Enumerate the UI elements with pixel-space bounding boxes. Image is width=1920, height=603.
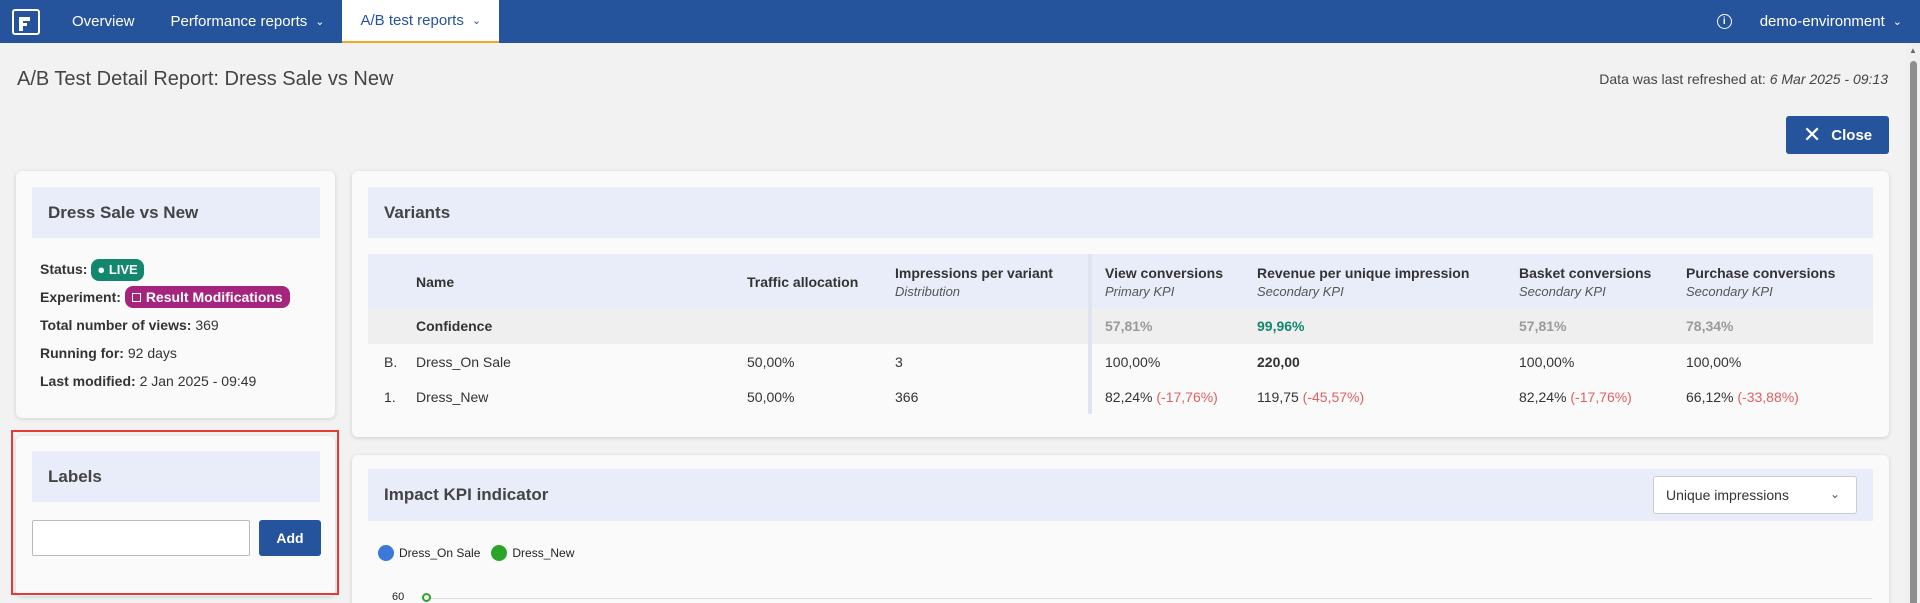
page-title: A/B Test Detail Report: Dress Sale vs Ne… xyxy=(17,68,394,90)
chevron-down-icon: ⌄ xyxy=(315,16,325,28)
col-basket-sub: Secondary KPI xyxy=(1519,284,1606,299)
confidence-view: 57,81% xyxy=(1105,318,1153,334)
test-info-card: Dress Sale vs New Status: ● LIVE Experim… xyxy=(16,171,335,418)
status-badge: ● LIVE xyxy=(91,259,144,281)
scroll-up-icon[interactable]: ▲ xyxy=(1909,46,1917,55)
col-purchase: Purchase conversions xyxy=(1686,265,1836,281)
variants-card: Variants Name Traffic allocation Impress… xyxy=(352,171,1889,437)
confidence-basket: 57,81% xyxy=(1519,318,1567,334)
col-revenue: Revenue per unique impression xyxy=(1257,265,1470,281)
row-name: Dress_On Sale xyxy=(416,354,511,370)
highlight-box xyxy=(11,430,339,595)
row-view: 100,00% xyxy=(1105,354,1161,370)
row-rank: 1. xyxy=(384,389,396,405)
legend-dot-icon xyxy=(378,545,394,561)
col-basket: Basket conversions xyxy=(1519,265,1652,281)
row-view: 82,24% (-17,76%) xyxy=(1105,389,1218,405)
scrollbar[interactable]: ▲ xyxy=(1906,43,1920,603)
col-view-sub: Primary KPI xyxy=(1105,284,1175,299)
experiment-row: Experiment: Result Modifications xyxy=(40,283,290,311)
close-button[interactable]: ✕ Close xyxy=(1786,116,1889,154)
variants-title: Variants xyxy=(368,187,1873,238)
y-tick: 60 xyxy=(392,591,405,603)
refresh-info: Data was last refreshed at: 6 Mar 2025 -… xyxy=(1599,71,1888,87)
close-icon: ✕ xyxy=(1802,122,1822,147)
top-nav: Overview Performance reports ⌄ A/B test r… xyxy=(0,0,1920,43)
chevron-down-icon: ⌄ xyxy=(1829,487,1840,501)
row-purchase: 66,12% (-33,88%) xyxy=(1686,389,1799,405)
column-divider xyxy=(1088,254,1092,414)
impact-title: Impact KPI indicator Unique impressions ⌄ xyxy=(368,469,1873,521)
chart-legend: Dress_On Sale Dress_New xyxy=(378,545,585,561)
legend-dot-icon xyxy=(491,545,508,561)
table-header xyxy=(368,254,1873,308)
row-basket: 100,00% xyxy=(1519,354,1575,370)
confidence-purchase: 78,34% xyxy=(1686,318,1734,334)
row-purchase: 100,00% xyxy=(1686,354,1742,370)
col-purchase-sub: Secondary KPI xyxy=(1686,284,1773,299)
col-name: Name xyxy=(416,274,455,290)
chevron-down-icon: ⌄ xyxy=(1892,16,1902,28)
row-revenue: 220,00 xyxy=(1257,354,1300,370)
confidence-label: Confidence xyxy=(416,318,493,334)
running-row: Running for: 92 days xyxy=(40,345,177,361)
row-traffic: 50,00% xyxy=(747,389,795,405)
col-impressions-sub: Distribution xyxy=(895,284,961,299)
row-impressions: 366 xyxy=(895,389,919,405)
test-info-title: Dress Sale vs New xyxy=(32,187,320,238)
col-traffic: Traffic allocation xyxy=(747,274,859,290)
col-view: View conversions xyxy=(1105,265,1224,281)
col-impressions: Impressions per variant xyxy=(895,265,1053,281)
gridline xyxy=(422,598,1872,599)
row-rank: B. xyxy=(384,354,398,370)
nav-overview[interactable]: Overview xyxy=(54,0,153,43)
legend-item[interactable]: Dress_On Sale xyxy=(378,545,480,561)
legend-item[interactable]: Dress_New xyxy=(491,545,574,561)
confidence-revenue: 99,96% xyxy=(1257,318,1305,334)
scrollbar-thumb[interactable] xyxy=(1910,61,1917,603)
views-row: Total number of views: 369 xyxy=(40,317,219,333)
row-impressions: 3 xyxy=(895,354,903,370)
row-revenue: 119,75 (-45,57%) xyxy=(1257,389,1365,405)
status-row: Status: ● LIVE xyxy=(40,255,290,283)
col-revenue-sub: Secondary KPI xyxy=(1257,284,1344,299)
impact-card: Impact KPI indicator Unique impressions ⌄… xyxy=(352,455,1889,603)
data-point[interactable] xyxy=(422,593,431,602)
app-logo-icon[interactable] xyxy=(12,8,40,35)
chevron-down-icon: ⌄ xyxy=(471,15,482,27)
experiment-badge[interactable]: Result Modifications xyxy=(124,286,290,308)
experiment-icon xyxy=(131,293,141,302)
info-icon[interactable]: i xyxy=(1716,14,1732,29)
row-traffic: 50,00% xyxy=(747,354,795,370)
nav-ab-test-reports[interactable]: A/B test reports ⌄ xyxy=(342,0,500,43)
row-name: Dress_New xyxy=(416,389,489,405)
environment-selector[interactable]: demo-environment ⌄ xyxy=(1760,13,1902,30)
modified-row: Last modified: 2 Jan 2025 - 09:49 xyxy=(40,373,257,389)
nav-performance-reports[interactable]: Performance reports ⌄ xyxy=(153,0,343,43)
metric-dropdown[interactable]: Unique impressions ⌄ xyxy=(1653,476,1857,514)
row-basket: 82,24% (-17,76%) xyxy=(1519,389,1632,405)
